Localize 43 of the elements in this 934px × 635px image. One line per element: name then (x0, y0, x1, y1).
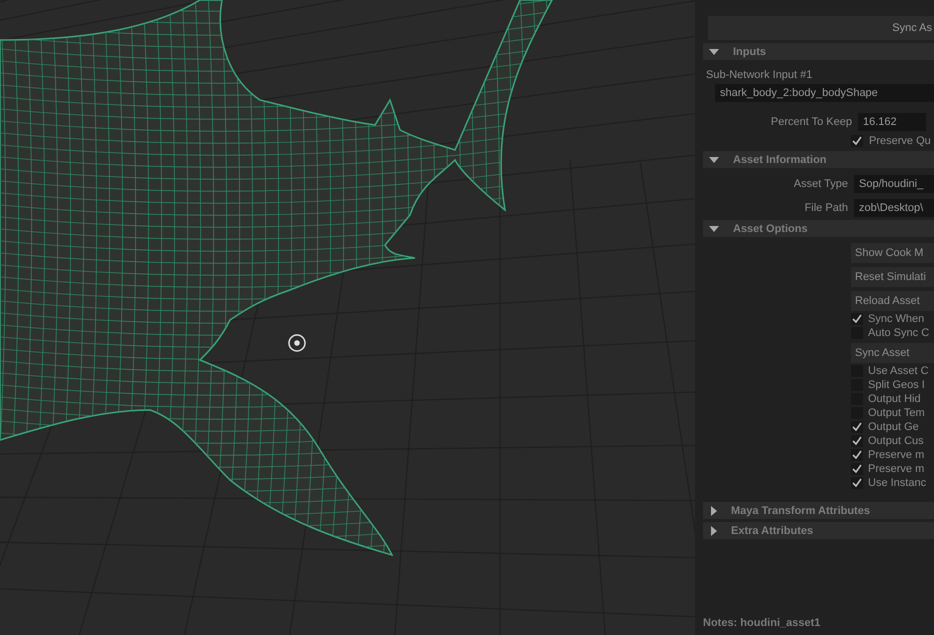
option-button[interactable]: Show Cook M (851, 243, 934, 263)
section-header[interactable]: Maya Transform Attributes (703, 502, 934, 519)
field-label: Asset Type (794, 178, 848, 190)
text-field[interactable]: Sop/houdini_ (854, 175, 934, 193)
checkbox[interactable] (851, 135, 863, 147)
checkbox[interactable] (851, 463, 863, 475)
checkbox-label: Use Instanc (868, 477, 926, 489)
sub-network-field[interactable]: shark_body_2:body_bodyShape (715, 84, 934, 102)
checkbox-label: Preserve m (868, 463, 924, 475)
checkbox-label: Output Hid (868, 393, 921, 405)
checkbox-label: Output Ge (868, 421, 919, 433)
checkbox[interactable] (851, 435, 863, 447)
sync-button[interactable]: Sync As (708, 16, 934, 40)
section-header[interactable]: Extra Attributes (703, 522, 934, 539)
notes-value: houdini_asset1 (740, 617, 820, 629)
option-button[interactable]: Reload Asset (851, 291, 934, 311)
field-label: Sub-Network Input #1 (706, 69, 814, 81)
option-button[interactable]: Reset Simulati (851, 267, 934, 287)
checkbox[interactable] (851, 449, 863, 461)
section-header[interactable]: Asset Options (703, 220, 934, 237)
checkbox[interactable] (851, 477, 863, 489)
notes-label: Notes: (703, 617, 738, 629)
checkbox[interactable] (851, 421, 863, 433)
checkbox-label: Preserve m (868, 449, 924, 461)
text-field[interactable]: zob\Desktop\ (854, 199, 934, 217)
field-label: Percent To Keep (770, 116, 852, 128)
checkbox-label: Output Cus (868, 435, 924, 447)
section-header[interactable]: Inputs (703, 43, 934, 60)
checkbox-label: Output Tem (868, 407, 925, 419)
section-header[interactable]: Asset Information (703, 151, 934, 168)
percent-field[interactable]: 16.162 (858, 113, 926, 131)
checkbox-label: Use Asset C (868, 365, 929, 377)
field-label: File Path (804, 202, 848, 214)
checkbox[interactable] (851, 313, 863, 325)
checkbox-label: Sync When (868, 313, 924, 325)
expand-arrow-icon (709, 226, 719, 232)
expand-arrow-icon (709, 48, 719, 54)
checkbox-label: Auto Sync C (868, 327, 930, 339)
move-manipulator-icon[interactable] (288, 334, 306, 352)
option-button[interactable]: Sync Asset (851, 343, 934, 363)
checkbox-label: Split Geos I (868, 379, 925, 391)
expand-arrow-icon (709, 156, 719, 162)
checkbox-label: Preserve Qu (869, 135, 931, 147)
